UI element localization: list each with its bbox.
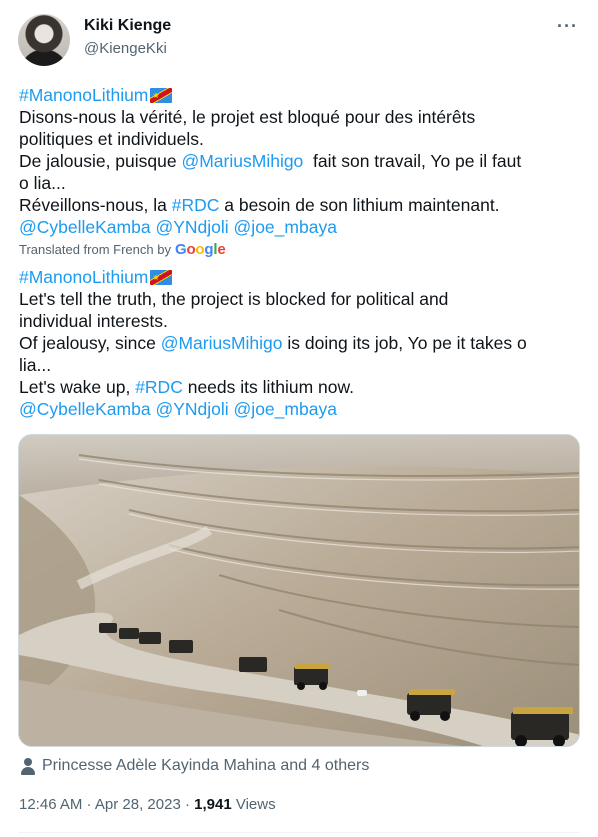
text-fragment: needs its lithium now.	[182, 377, 355, 397]
drc-flag-icon	[150, 85, 173, 107]
drc-flag-icon	[150, 267, 173, 289]
text-line: politiques et individuels.	[19, 129, 204, 149]
tweet-photo[interactable]	[18, 434, 580, 747]
person-icon	[20, 757, 36, 775]
mention-link[interactable]: @CybelleKamba	[19, 217, 151, 237]
divider	[18, 832, 580, 833]
tweet-date[interactable]: Apr 28, 2023	[95, 796, 181, 813]
mention-link[interactable]: @MariusMihigo	[161, 333, 283, 353]
text-fragment: fait son travail, Yo pe il faut	[303, 151, 522, 171]
hashtag-link[interactable]: #ManonoLithium	[19, 85, 148, 105]
text-fragment: a besoin de son lithium maintenant.	[219, 195, 500, 215]
more-options-icon[interactable]: ···	[557, 16, 578, 37]
views-count: 1,941	[194, 796, 232, 813]
text-line: lia...	[19, 355, 52, 375]
google-logo: Google	[174, 241, 226, 258]
author-handle[interactable]: @KiengeKki	[84, 40, 167, 57]
mention-link[interactable]: @CybelleKamba	[19, 399, 151, 419]
avatar[interactable]	[18, 14, 70, 66]
hashtag-link[interactable]: #ManonoLithium	[19, 267, 148, 287]
separator: ·	[180, 796, 195, 813]
hashtag-link[interactable]: #RDC	[172, 195, 220, 215]
text-line: o lia...	[19, 173, 66, 193]
views-label: Views	[231, 796, 276, 813]
text-line: individual interests.	[19, 311, 168, 331]
tweet-text-translated: #ManonoLithium Let's tell the truth, the…	[19, 266, 585, 420]
mention-link[interactable]: @YNdjoli	[155, 399, 228, 419]
tweet-text-original: #ManonoLithium Disons-nous la vérité, le…	[19, 84, 585, 238]
mention-link[interactable]: @YNdjoli	[155, 217, 228, 237]
mention-link[interactable]: @joe_mbaya	[234, 399, 337, 419]
text-fragment: Réveillons-nous, la	[19, 195, 172, 215]
hashtag-link[interactable]: #RDC	[135, 377, 183, 397]
text-fragment: is doing its job, Yo pe it takes o	[282, 333, 527, 353]
mention-link[interactable]: @joe_mbaya	[234, 217, 337, 237]
text-line: Disons-nous la vérité, le projet est blo…	[19, 107, 476, 127]
translation-attribution: Translated from French by Google	[19, 241, 226, 258]
mention-link[interactable]: @MariusMihigo	[181, 151, 303, 171]
translation-label: Translated from French by	[19, 242, 171, 257]
liked-by-text: Princesse Adèle Kayinda Mahina and 4 oth…	[42, 757, 370, 774]
text-fragment: Of jealousy, since	[19, 333, 161, 353]
text-line: Let's tell the truth, the project is blo…	[19, 289, 449, 309]
author-name[interactable]: Kiki Kienge	[84, 17, 171, 35]
liked-by[interactable]: Princesse Adèle Kayinda Mahina and 4 oth…	[20, 757, 369, 775]
tweet-time[interactable]: 12:46 AM	[19, 796, 82, 813]
text-fragment: Let's wake up,	[19, 377, 136, 397]
tweet-meta: 12:46 AM · Apr 28, 2023 · 1,941 Views	[19, 796, 276, 813]
text-fragment: De jalousie, puisque	[19, 151, 182, 171]
mine-photo-illustration	[19, 435, 579, 746]
separator: ·	[82, 796, 95, 813]
